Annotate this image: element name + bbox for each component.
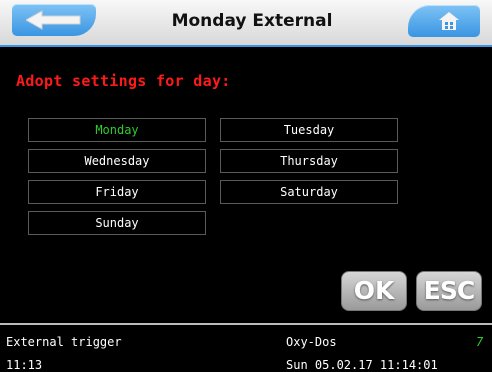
day-button-wednesday[interactable]: Wednesday [28, 149, 206, 173]
section-heading: Adopt settings for day: [16, 72, 231, 90]
home-button[interactable] [408, 5, 480, 37]
channel-number: 7 [476, 335, 484, 349]
day-button-sunday[interactable]: Sunday [28, 211, 206, 235]
day-button-saturday[interactable]: Saturday [220, 180, 398, 204]
esc-button[interactable]: ESC [416, 271, 482, 311]
title-bar: Monday External [0, 0, 492, 45]
date-time: Sun 05.02.17 11:14:01 [286, 358, 438, 372]
arrow-left-icon [26, 10, 81, 30]
header-divider [0, 45, 492, 47]
day-button-tuesday[interactable]: Tuesday [220, 118, 398, 142]
program-name: Oxy-Dos [286, 335, 337, 349]
day-button-monday[interactable]: Monday [28, 118, 206, 142]
elapsed-time: 11:13 [6, 358, 43, 372]
page-title: Monday External [171, 11, 333, 31]
back-button[interactable] [12, 4, 96, 36]
ok-button[interactable]: OK [341, 271, 407, 311]
status-bar: External trigger 11:13 Oxy-Dos 7 Sun 05.… [0, 323, 492, 372]
day-button-friday[interactable]: Friday [28, 180, 206, 204]
home-icon [439, 12, 459, 30]
day-button-thursday[interactable]: Thursday [220, 149, 398, 173]
trigger-status: External trigger [6, 335, 122, 349]
